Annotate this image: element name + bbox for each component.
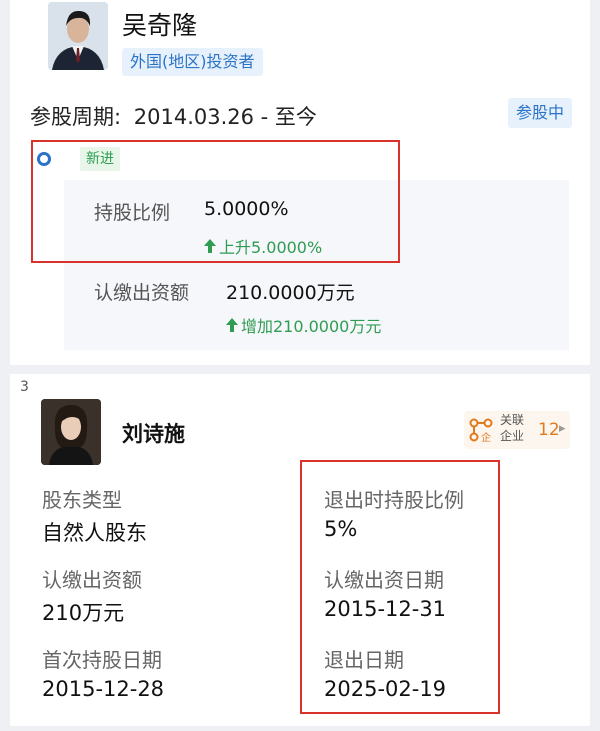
subscribed-capital-label: 认缴出资额: [94, 282, 190, 304]
first-holding-date-label: 首次持股日期: [42, 648, 162, 672]
period-label: 参股周期:: [30, 105, 122, 129]
subscribed-capital-value: 210.0000万元: [226, 282, 355, 304]
subscribed-capital-change: 增加210.0000万元: [226, 313, 381, 337]
related-label-line1: 关联: [500, 413, 525, 427]
highlight-box: [300, 460, 500, 714]
related-label-line2: 企业: [500, 429, 525, 443]
arrow-up-icon: [226, 318, 238, 332]
avatar[interactable]: [41, 399, 101, 465]
subscribed-capital-change-text: 增加210.0000万元: [241, 317, 382, 336]
first-holding-date-value: 2015-12-28: [42, 677, 165, 701]
svg-text:企: 企: [481, 431, 491, 443]
highlight-box: [31, 140, 400, 263]
holding-period: 参股周期: 2014.03.26 - 至今: [30, 101, 317, 131]
shareholder-type-value: 自然人股东: [42, 521, 147, 545]
related-count: 12: [538, 420, 560, 440]
subscribed-capital-value: 210万元: [42, 601, 125, 625]
shareholder-name[interactable]: 吴奇隆: [122, 6, 197, 42]
period-value: 2014.03.26 - 至今: [133, 105, 317, 129]
avatar[interactable]: [48, 2, 108, 70]
row-index: 3: [20, 379, 29, 395]
related-companies-button[interactable]: 企 关联 企业 12 ▸: [464, 411, 570, 449]
shareholder-name[interactable]: 刘诗施: [122, 418, 185, 448]
shareholder-type-label: 股东类型: [42, 488, 122, 512]
investor-type-tag: 外国(地区)投资者: [122, 48, 263, 76]
status-badge: 参股中: [508, 98, 573, 128]
chevron-right-icon: ▸: [559, 421, 566, 436]
subscribed-capital-label: 认缴出资额: [42, 568, 142, 592]
related-company-icon: 企: [469, 418, 493, 443]
